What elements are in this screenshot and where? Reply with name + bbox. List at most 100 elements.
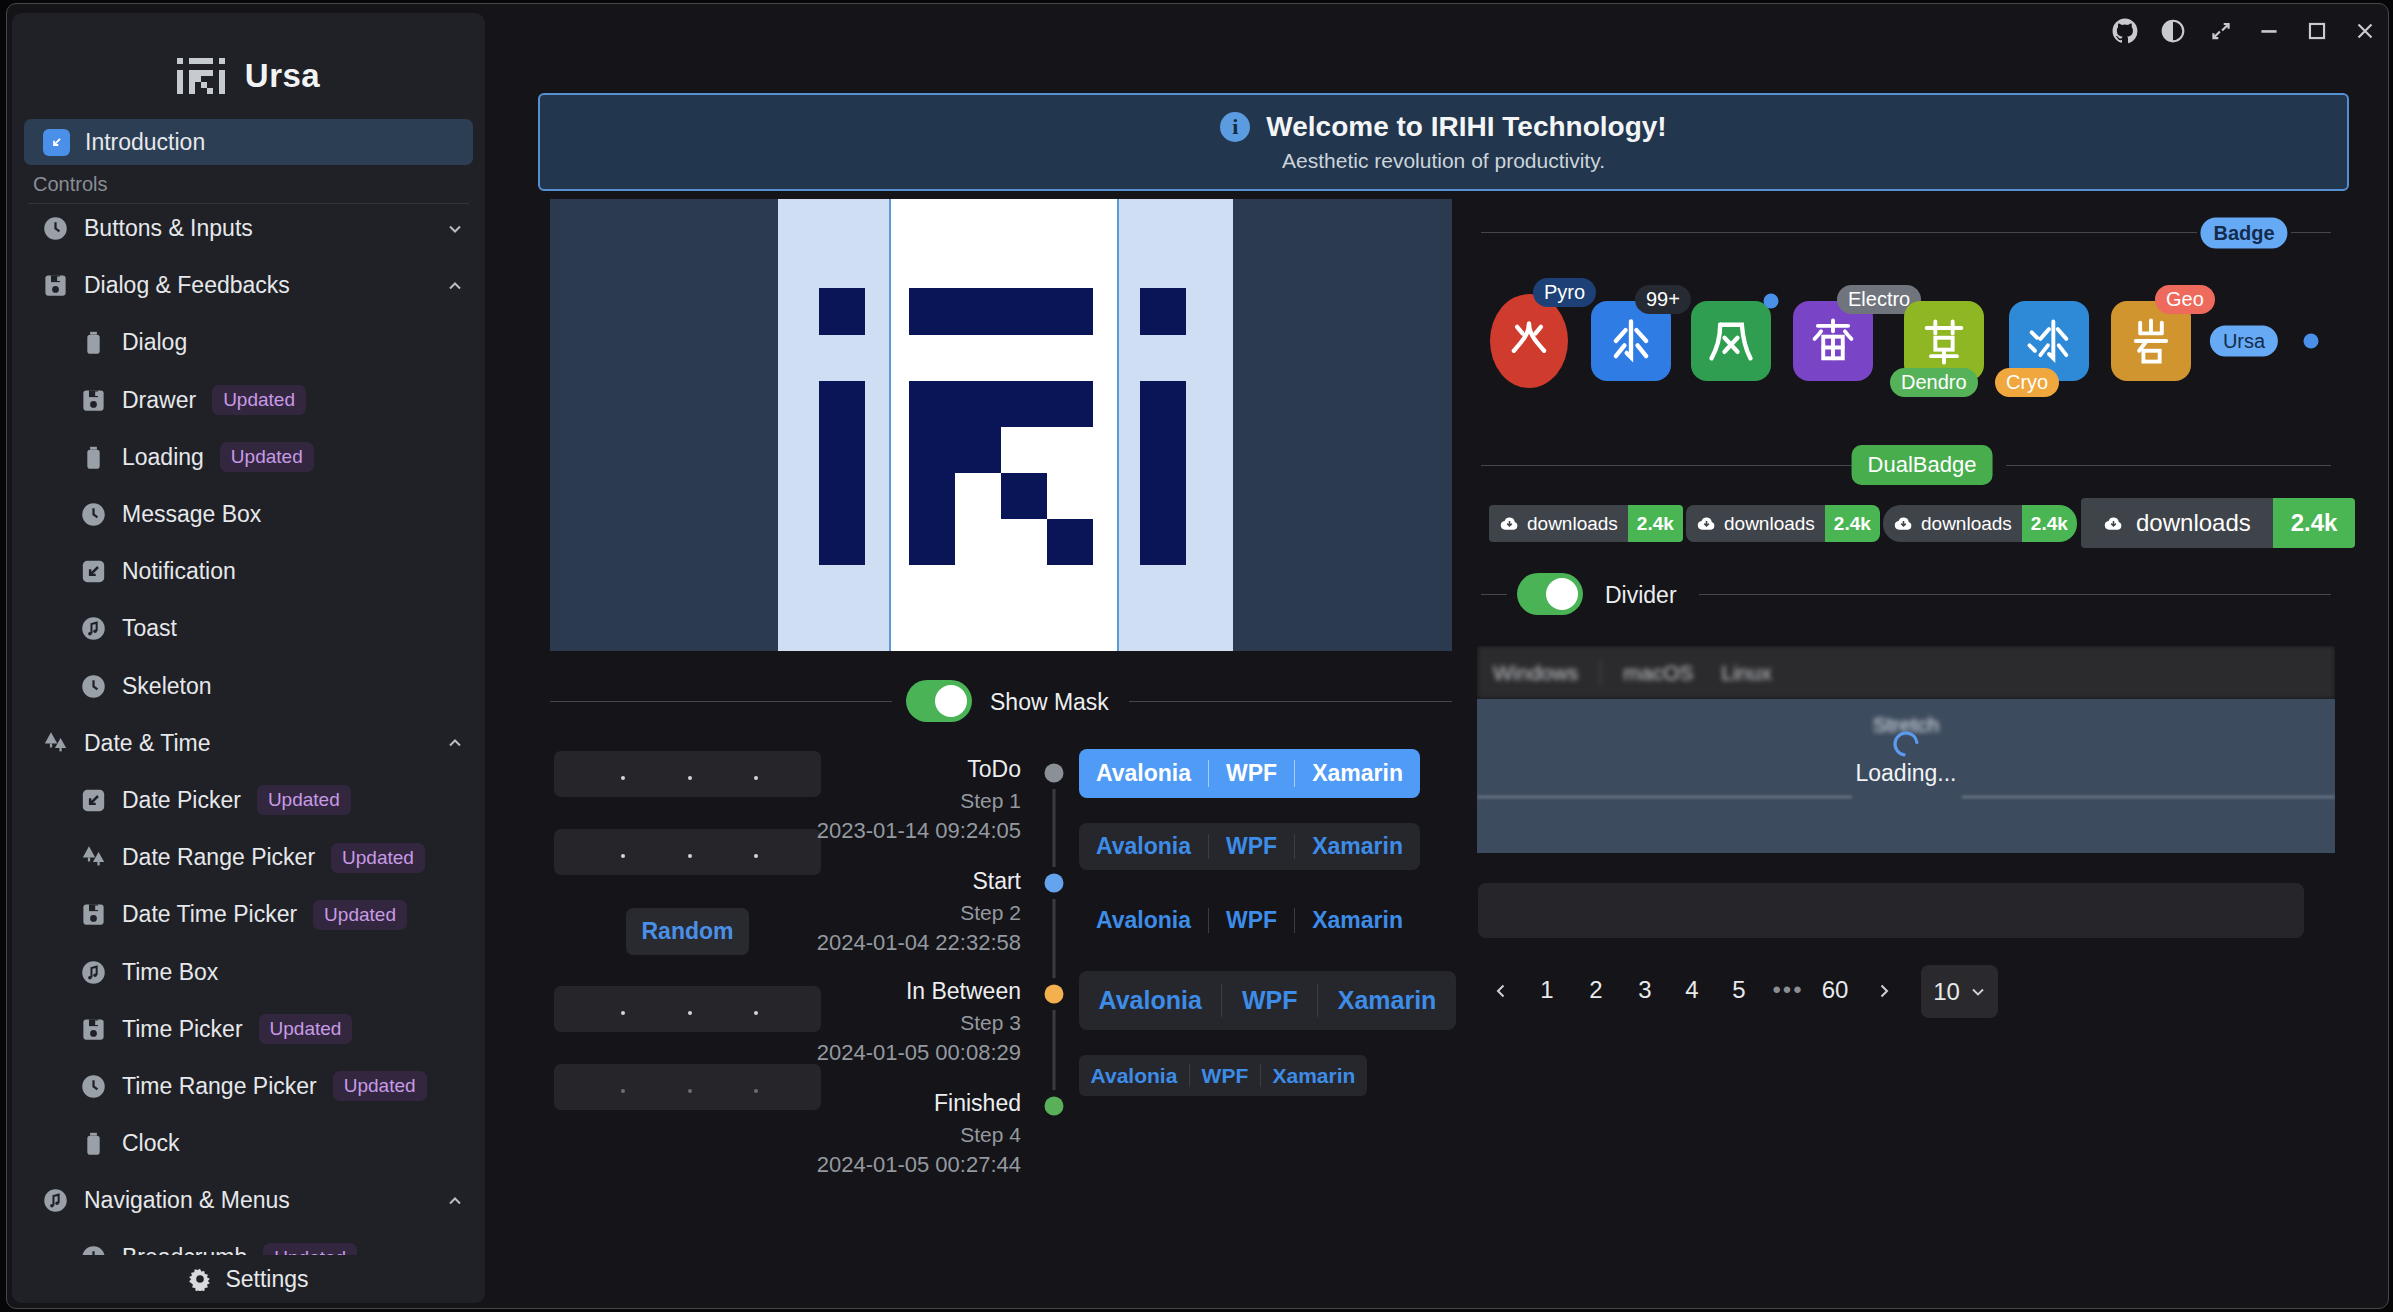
loading-tabs: Windows macOS Linux xyxy=(1477,646,2335,699)
dualbadge-divider-label: DualBadge xyxy=(1852,445,1993,485)
maximize-icon[interactable] xyxy=(2302,16,2332,46)
banner-subtitle: Aesthetic revolution of productivity. xyxy=(1282,149,1605,173)
sidebar-item-time-picker[interactable]: Time PickerUpdated xyxy=(12,1001,485,1058)
divider-line xyxy=(1481,465,1853,466)
divider-line xyxy=(1481,232,2197,233)
element-icon-geo: Geo xyxy=(2111,301,2191,381)
selection-group-solid[interactable]: AvaloniaWPFXamarin xyxy=(1079,749,1420,798)
fullscreen-icon[interactable] xyxy=(2206,16,2236,46)
arrow-square-icon xyxy=(80,787,107,814)
note-icon xyxy=(42,1187,69,1214)
timeline-date: 2024-01-05 00:08:29 xyxy=(797,1040,1021,1066)
close-icon[interactable] xyxy=(2350,16,2380,46)
ip-input[interactable] xyxy=(554,829,821,875)
updated-badge: Updated xyxy=(333,1071,427,1101)
sidebar-settings[interactable]: Settings xyxy=(12,1255,485,1303)
masked-divider xyxy=(1962,796,2335,798)
welcome-banner: i Welcome to IRIHI Technology! Aesthetic… xyxy=(538,93,2349,191)
sidebar-item-breadcrumb[interactable]: BreadcrumbUpdated xyxy=(12,1229,485,1255)
timeline-step: Step 1 xyxy=(797,789,1021,813)
timeline-title: In Between xyxy=(797,978,1021,1005)
info-icon: i xyxy=(1220,112,1250,142)
pagination-next[interactable] xyxy=(1875,978,1893,1006)
selection-group-borderless[interactable]: AvaloniaWPFXamarin xyxy=(1079,897,1420,944)
chevron-down-icon xyxy=(446,220,464,238)
ip-input[interactable] xyxy=(554,986,821,1032)
chevron-up-icon xyxy=(446,734,464,752)
pagination-prev[interactable] xyxy=(1492,978,1510,1006)
pagination-ellipsis[interactable]: ••• xyxy=(1772,976,1803,1004)
ip-input-disabled xyxy=(554,1064,821,1110)
sidebar-item-toast[interactable]: Toast xyxy=(12,600,485,657)
corner-badge: Pyro xyxy=(1533,278,1596,307)
sidebar-item-notification[interactable]: Notification xyxy=(12,543,485,600)
timeline-date: 2023-01-14 09:24:05 xyxy=(797,818,1021,844)
chevron-up-icon xyxy=(446,277,464,295)
clock-icon xyxy=(80,673,107,700)
selection-group-large[interactable]: AvaloniaWPFXamarin xyxy=(1079,971,1456,1030)
sidebar-item-navigation-menus[interactable]: Navigation & Menus xyxy=(12,1172,485,1229)
sidebar-item-time-box[interactable]: Time Box xyxy=(12,943,485,1000)
random-button[interactable]: Random xyxy=(626,908,749,955)
disk-icon xyxy=(42,272,69,299)
page-size-select[interactable]: 10 xyxy=(1921,965,1998,1018)
sidebar-item-date-time[interactable]: Date & Time xyxy=(12,715,485,772)
show-mask-toggle[interactable] xyxy=(906,680,972,722)
trees-icon xyxy=(80,844,107,871)
updated-badge: Updated xyxy=(220,442,314,472)
app-title: Ursa xyxy=(245,57,320,95)
disk-icon xyxy=(80,1016,107,1043)
pagination-page[interactable]: 1 xyxy=(1540,976,1553,1004)
ip-input[interactable] xyxy=(554,751,821,797)
ursa-badge: Ursa xyxy=(2210,326,2278,357)
timeline-date: 2024-01-05 00:27:44 xyxy=(797,1152,1021,1178)
sidebar-item-dialog-feedbacks[interactable]: Dialog & Feedbacks xyxy=(12,257,485,314)
divider-toggle[interactable] xyxy=(1517,573,1583,615)
clock-icon xyxy=(42,215,69,242)
timeline-dot xyxy=(1045,874,1064,893)
sidebar-item-clock[interactable]: Clock xyxy=(12,1115,485,1172)
sidebar-item-date-time-picker[interactable]: Date Time PickerUpdated xyxy=(12,886,485,943)
disk-icon xyxy=(80,901,107,928)
corner-badge: Dendro xyxy=(1890,368,1978,397)
sidebar-item-drawer[interactable]: DrawerUpdated xyxy=(12,372,485,429)
pagination-page[interactable]: 2 xyxy=(1589,976,1602,1004)
timeline-connector xyxy=(1053,789,1056,867)
timeline-step: Step 2 xyxy=(797,901,1021,925)
text-input[interactable] xyxy=(1478,883,2304,938)
irihi-logo-image xyxy=(550,199,1452,651)
sidebar-section-label: Controls xyxy=(33,173,107,196)
pagination-page[interactable]: 4 xyxy=(1685,976,1698,1004)
timeline-title: Start xyxy=(797,868,1021,895)
github-icon[interactable] xyxy=(2110,16,2140,46)
timeline-title: ToDo xyxy=(797,756,1021,783)
selection-group-small[interactable]: AvaloniaWPFXamarin xyxy=(1079,1055,1367,1096)
corner-badge: Geo xyxy=(2155,285,2215,314)
minimize-icon[interactable] xyxy=(2254,16,2284,46)
theme-toggle-icon[interactable] xyxy=(2158,16,2188,46)
sidebar-item-dialog[interactable]: Dialog xyxy=(12,314,485,371)
selection-group-dark[interactable]: AvaloniaWPFXamarin xyxy=(1079,823,1420,870)
timeline-date: 2024-01-04 22:32:58 xyxy=(797,930,1021,956)
show-mask-label: Show Mask xyxy=(990,689,1109,716)
battery-icon xyxy=(80,329,107,356)
sidebar-item-time-range-picker[interactable]: Time Range PickerUpdated xyxy=(12,1058,485,1115)
timeline-step: Step 3 xyxy=(797,1011,1021,1035)
dual-badge-downloads: downloads2.4k xyxy=(1883,505,2077,542)
sidebar-item-date-range-picker[interactable]: Date Range PickerUpdated xyxy=(12,829,485,886)
note-icon xyxy=(80,615,107,642)
element-icon-cryo: Cryo xyxy=(2009,301,2089,381)
banner-title: Welcome to IRIHI Technology! xyxy=(1266,111,1666,143)
sidebar-item-date-picker[interactable]: Date PickerUpdated xyxy=(12,772,485,829)
sidebar-item-loading[interactable]: LoadingUpdated xyxy=(12,429,485,486)
sidebar-item-message-box[interactable]: Message Box xyxy=(12,486,485,543)
sidebar-item-buttons-inputs[interactable]: Buttons & Inputs xyxy=(12,200,485,257)
sidebar-item-introduction[interactable]: Introduction xyxy=(24,119,473,165)
timeline-dot xyxy=(1045,1097,1064,1116)
dual-badge-downloads: downloads2.4k xyxy=(1489,505,1683,542)
loading-text: Loading... xyxy=(1477,760,2335,787)
pagination-page[interactable]: 5 xyxy=(1732,976,1745,1004)
pagination-page[interactable]: 3 xyxy=(1638,976,1651,1004)
sidebar-item-skeleton[interactable]: Skeleton xyxy=(12,658,485,715)
pagination-page-last[interactable]: 60 xyxy=(1822,976,1849,1004)
